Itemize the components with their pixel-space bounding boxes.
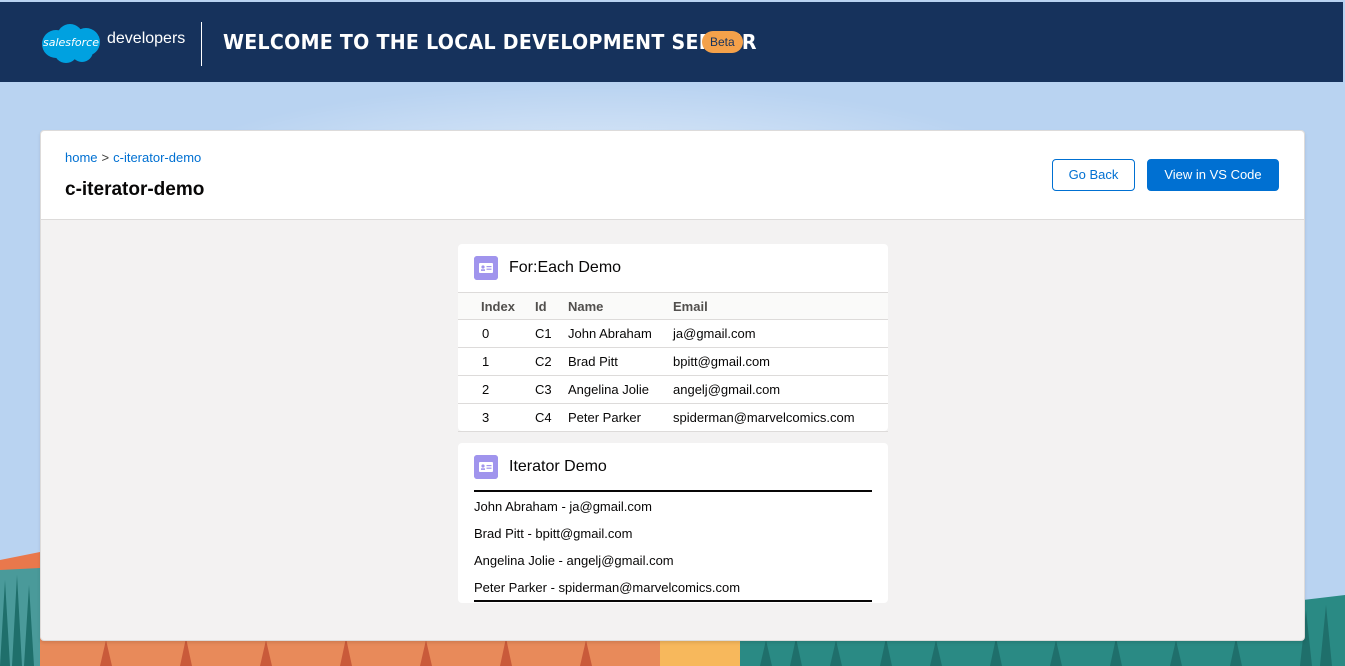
- list-item: Peter Parker - spiderman@marvelcomics.co…: [474, 580, 741, 595]
- salesforce-logo-icon: [42, 24, 100, 63]
- cell-email: angelj@gmail.com: [673, 375, 888, 404]
- cell-id: C3: [535, 375, 568, 404]
- cell-name: Brad Pitt: [568, 347, 673, 376]
- cell-index: 0: [458, 319, 535, 348]
- foreach-demo-title: For:Each Demo: [509, 259, 622, 276]
- column-header-email: Email: [673, 292, 888, 320]
- cell-email: bpitt@gmail.com: [673, 347, 888, 376]
- breadcrumb: home > c-iterator-demo: [65, 150, 201, 165]
- list-item: Angelina Jolie - angelj@gmail.com: [474, 553, 674, 568]
- cell-id: C1: [535, 319, 568, 348]
- component-card: home > c-iterator-demo c-iterator-demo Go …: [40, 130, 1305, 641]
- iterator-demo-panel: Iterator Demo John Abraham - ja@gmail.co…: [458, 443, 888, 603]
- column-header-name: Name: [568, 292, 673, 320]
- cell-index: 3: [458, 403, 535, 432]
- cell-name: Peter Parker: [568, 403, 673, 432]
- list-item: John Abraham - ja@gmail.com: [474, 499, 652, 514]
- cell-email: spiderman@marvelcomics.com: [673, 403, 888, 432]
- breadcrumb-separator: >: [101, 150, 110, 165]
- breadcrumb-home-link[interactable]: home: [65, 150, 98, 165]
- brand-name: developers: [107, 30, 186, 47]
- column-header-id: Id: [535, 292, 568, 320]
- iterator-demo-title: Iterator Demo: [509, 458, 607, 475]
- foreach-demo-panel: For:Each Demo Index Id Name Email 0 C1 J…: [458, 244, 888, 432]
- breadcrumb-current-link[interactable]: c-iterator-demo: [113, 150, 201, 165]
- first-item-divider: [474, 490, 872, 492]
- table-row: 0 C1 John Abraham ja@gmail.com: [458, 319, 888, 348]
- column-header-index: Index: [458, 292, 535, 320]
- page-title: c-iterator-demo: [65, 179, 205, 200]
- table-row: 3 C4 Peter Parker spiderman@marvelcomics…: [458, 403, 888, 432]
- cell-name: Angelina Jolie: [568, 375, 673, 404]
- cell-id: C4: [535, 403, 568, 432]
- header-divider: [201, 22, 202, 66]
- table-row: 1 C2 Brad Pitt bpitt@gmail.com: [458, 347, 888, 376]
- contacts-table: Index Id Name Email 0 C1 John Abraham ja…: [458, 292, 888, 432]
- card-header: home > c-iterator-demo c-iterator-demo Go …: [41, 131, 1304, 220]
- view-in-vscode-button[interactable]: View in VS Code: [1147, 159, 1279, 191]
- cell-index: 1: [458, 347, 535, 376]
- table-row: 2 C3 Angelina Jolie angelj@gmail.com: [458, 375, 888, 404]
- table-header-row: Index Id Name Email: [458, 292, 888, 320]
- contact-card-icon: [474, 455, 498, 479]
- list-item: Brad Pitt - bpitt@gmail.com: [474, 526, 633, 541]
- header-title: Welcome to the Local Development Server: [223, 30, 757, 54]
- top-header: salesforce developers Welcome to the Loc…: [0, 2, 1343, 82]
- contact-card-icon: [474, 256, 498, 280]
- cell-email: ja@gmail.com: [673, 319, 888, 348]
- cell-name: John Abraham: [568, 319, 673, 348]
- cell-index: 2: [458, 375, 535, 404]
- last-item-divider: [474, 600, 872, 602]
- beta-badge: Beta: [702, 31, 743, 53]
- go-back-button[interactable]: Go Back: [1052, 159, 1135, 191]
- cell-id: C2: [535, 347, 568, 376]
